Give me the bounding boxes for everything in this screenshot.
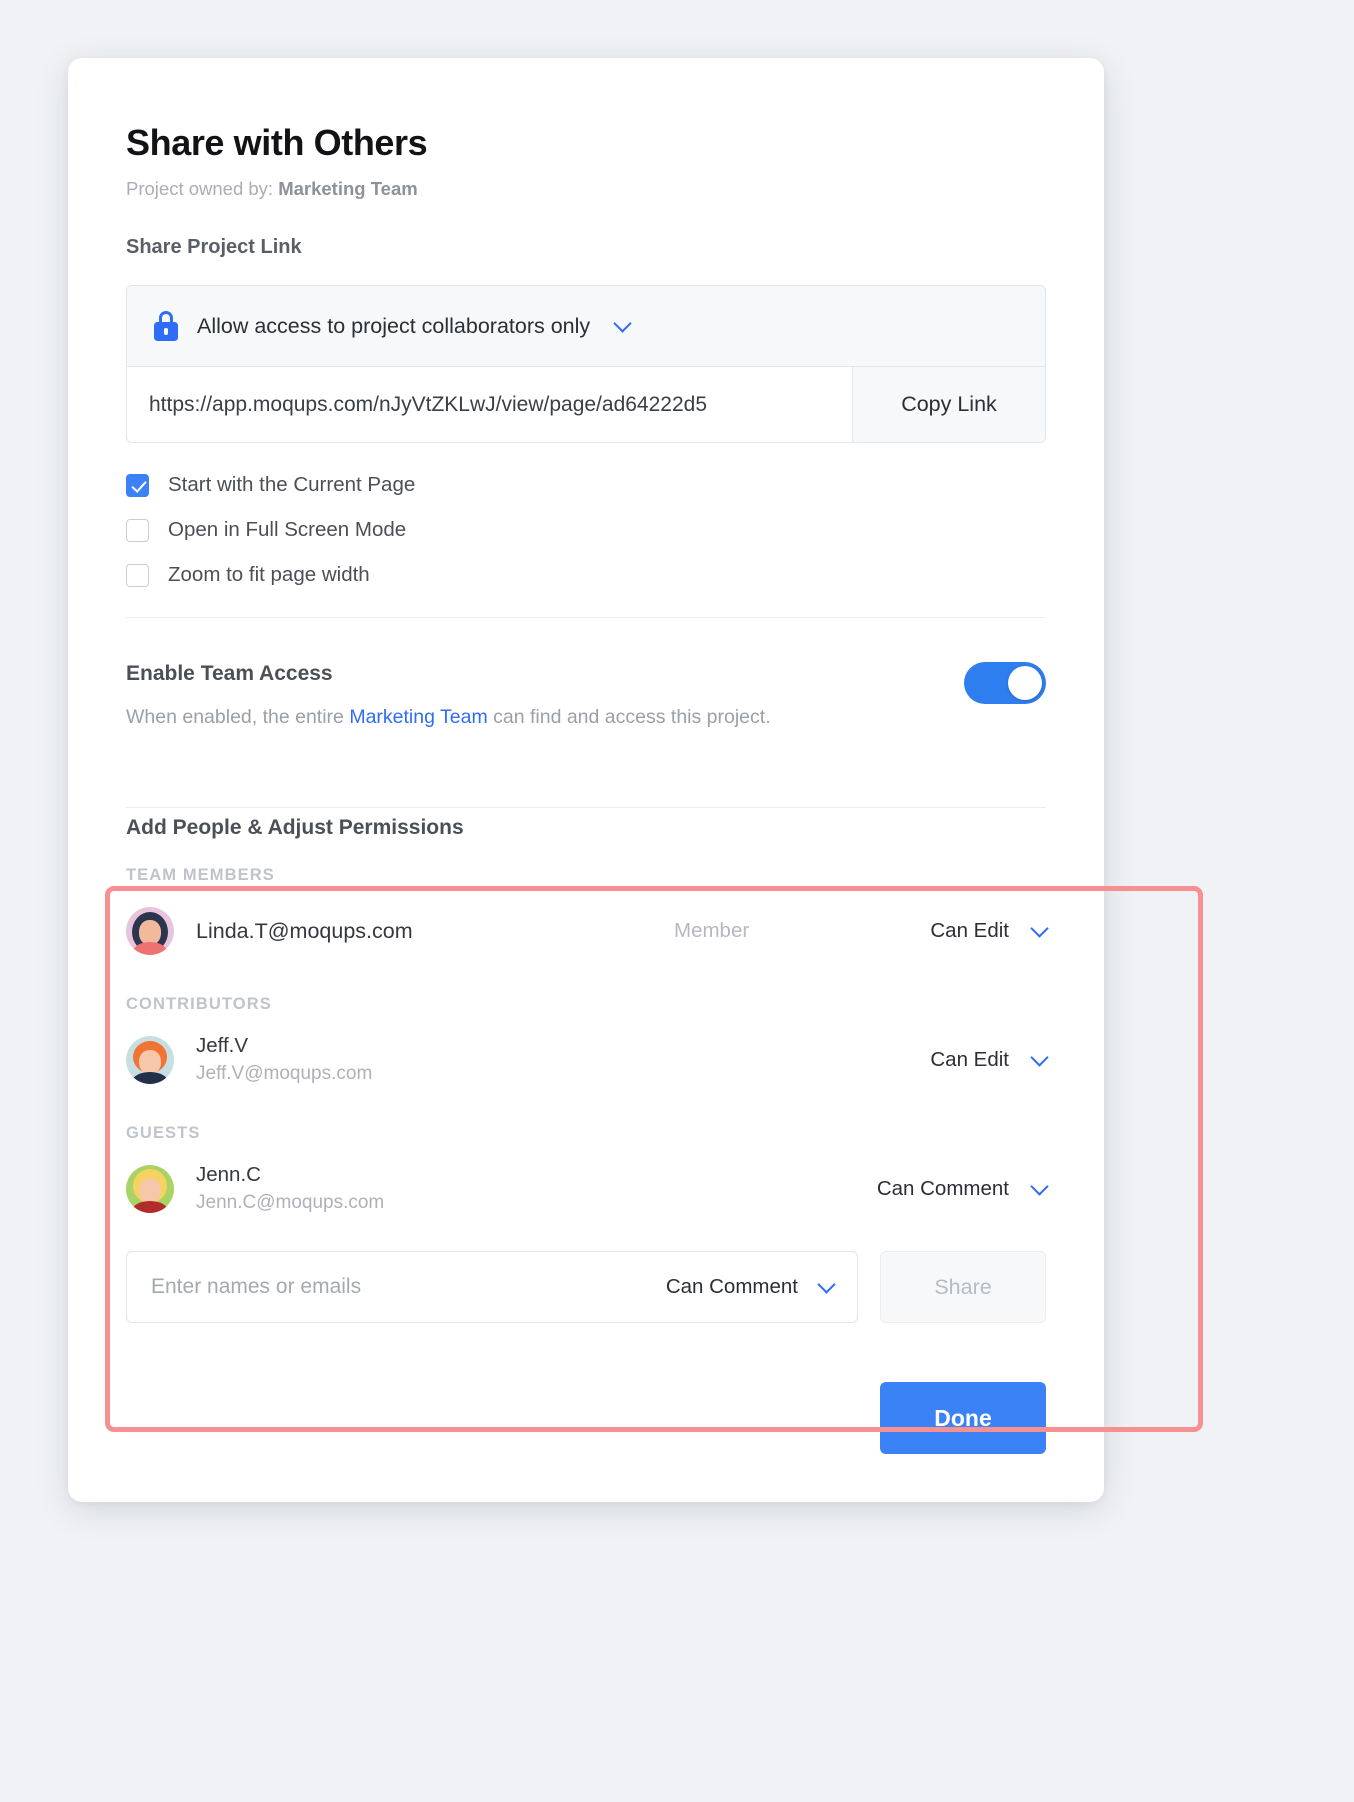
share-link-label: Share Project Link — [126, 236, 1046, 259]
person-name: Jeff.V — [196, 1033, 674, 1059]
person-name: Jenn.C — [196, 1162, 674, 1188]
checkbox-icon[interactable] — [126, 519, 149, 542]
list-item: Linda.T@moqups.com Member Can Edit — [126, 893, 1046, 969]
checkbox-icon[interactable] — [126, 564, 149, 587]
team-access-toggle[interactable] — [964, 662, 1046, 704]
project-owner: Project owned by: Marketing Team — [126, 178, 1046, 200]
invite-permission-value: Can Comment — [666, 1275, 798, 1299]
invite-input[interactable] — [151, 1275, 666, 1299]
chevron-down-icon — [1030, 1048, 1048, 1066]
person-permission-select[interactable]: Can Edit — [846, 919, 1046, 943]
person-role: Member — [674, 919, 846, 943]
team-access-section: Enable Team Access When enabled, the ent… — [126, 618, 1046, 777]
group-label-guests: GUESTS — [126, 1124, 1046, 1143]
option-label: Zoom to fit page width — [168, 563, 370, 587]
person-permission-select[interactable]: Can Comment — [846, 1177, 1046, 1201]
group-label-contributors: CONTRIBUTORS — [126, 995, 1046, 1014]
person-email: Jenn.C@moqups.com — [196, 1190, 674, 1216]
lock-icon — [153, 311, 179, 341]
chevron-down-icon — [1030, 919, 1048, 937]
share-link-section: Share Project Link Allow access to proje… — [126, 236, 1046, 587]
person-permission-value: Can Comment — [877, 1177, 1009, 1201]
done-button[interactable]: Done — [880, 1382, 1046, 1454]
page-title: Share with Others — [126, 122, 1046, 164]
avatar — [126, 907, 174, 955]
share-url-row: Copy Link — [126, 367, 1046, 443]
share-url-input[interactable] — [127, 367, 852, 442]
chevron-down-icon — [1030, 1177, 1048, 1195]
link-permission-value: Allow access to project collaborators on… — [197, 314, 590, 339]
person-permission-select[interactable]: Can Edit — [846, 1048, 1046, 1072]
team-access-title: Enable Team Access — [126, 662, 1046, 686]
list-item: Jeff.V Jeff.V@moqups.com Can Edit — [126, 1022, 1046, 1098]
chevron-down-icon — [817, 1275, 835, 1293]
owner-prefix: Project owned by: — [126, 178, 273, 199]
invite-row: Can Comment Share — [126, 1251, 1046, 1323]
person-email: Jeff.V@moqups.com — [196, 1061, 674, 1087]
share-button[interactable]: Share — [880, 1251, 1046, 1323]
option-label: Open in Full Screen Mode — [168, 518, 406, 542]
team-access-description: When enabled, the entire Marketing Team … — [126, 706, 1046, 729]
marketing-team-link[interactable]: Marketing Team — [349, 706, 487, 728]
desc-after: can find and access this project. — [488, 706, 771, 728]
chevron-down-icon — [613, 314, 631, 332]
toggle-knob — [1008, 666, 1042, 700]
permissions-section: Add People & Adjust Permissions TEAM MEM… — [126, 808, 1046, 1323]
group-label-team-members: TEAM MEMBERS — [126, 866, 1046, 885]
permissions-title: Add People & Adjust Permissions — [126, 816, 1046, 840]
link-options-list: Start with the Current Page Open in Full… — [126, 473, 1046, 587]
invite-permission-select[interactable]: Can Comment — [666, 1275, 833, 1299]
dialog-header: Share with Others Project owned by: Mark… — [126, 58, 1046, 200]
checkbox-checked-icon[interactable] — [126, 474, 149, 497]
person-info: Jeff.V Jeff.V@moqups.com — [196, 1033, 674, 1086]
option-full-screen-mode[interactable]: Open in Full Screen Mode — [126, 518, 1046, 542]
person-permission-value: Can Edit — [930, 919, 1009, 943]
list-item: Jenn.C Jenn.C@moqups.com Can Comment — [126, 1151, 1046, 1227]
share-dialog: Share with Others Project owned by: Mark… — [68, 58, 1104, 1502]
screen: Share with Others Project owned by: Mark… — [0, 0, 1354, 1802]
person-info: Jenn.C Jenn.C@moqups.com — [196, 1162, 674, 1215]
invite-field: Can Comment — [126, 1251, 858, 1323]
copy-link-button[interactable]: Copy Link — [852, 367, 1045, 442]
person-permission-value: Can Edit — [930, 1048, 1009, 1072]
desc-before: When enabled, the entire — [126, 706, 349, 728]
option-label: Start with the Current Page — [168, 473, 415, 497]
avatar — [126, 1165, 174, 1213]
person-email: Linda.T@moqups.com — [196, 919, 413, 943]
owner-name: Marketing Team — [278, 178, 417, 199]
avatar — [126, 1036, 174, 1084]
dialog-footer: Done — [880, 1382, 1046, 1454]
person-info: Linda.T@moqups.com — [196, 919, 674, 944]
option-start-current-page[interactable]: Start with the Current Page — [126, 473, 1046, 497]
link-permission-select[interactable]: Allow access to project collaborators on… — [126, 285, 1046, 367]
option-zoom-fit-width[interactable]: Zoom to fit page width — [126, 563, 1046, 587]
